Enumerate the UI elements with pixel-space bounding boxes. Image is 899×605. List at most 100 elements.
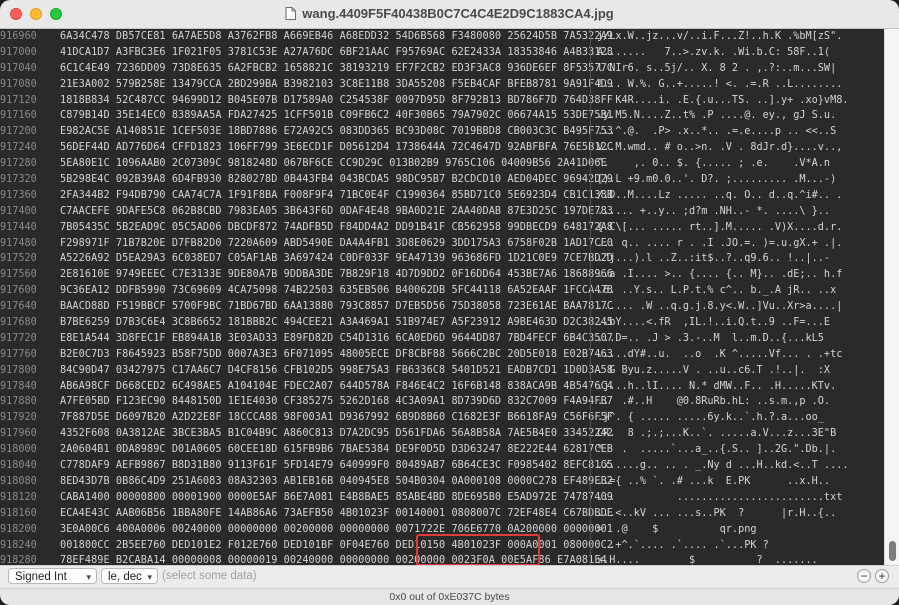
hex-row[interactable]: 84C90D47 03427975 C17AA6C7 D4CF8156 CFB1… — [60, 363, 613, 379]
hex-row[interactable]: C778DAF9 AEFB9867 B8D31B80 9113F61F 5FD1… — [60, 458, 613, 474]
ascii-row[interactable]: .....dY#..u. ..o .K ^.....Vf... . .+tc — [597, 347, 883, 363]
row-offset: 917680 — [0, 317, 37, 329]
hex-row[interactable]: 6C1C4E49 7236DD09 73D8E635 6A2FBCB2 1658… — [60, 61, 613, 77]
ascii-row[interactable]: ...... +..y.. ;d?m .NH..- *. ....\ }.. — [597, 204, 883, 220]
title-bar: wang.4409F5F40438B0C7C4C4E2D9C1883CA4.jp… — [0, 0, 899, 29]
ascii-row[interactable]: ..bY....<.fR ,IL.!..i.Q.t..9 ..F=...E — [597, 315, 883, 331]
hex-row[interactable]: 21E3A002 579B258E 13479CCA 2BD299BA B398… — [60, 77, 613, 93]
window-title-wrapper: wang.4409F5F40438B0C7C4C4E2D9C1883CA4.jp… — [0, 6, 899, 23]
hex-bytes-column[interactable]: 6A34C478 DB57CE81 6A7AE5D8 A3762FB8 A669… — [60, 29, 613, 565]
hex-row[interactable]: C7AACEFE 9DAFE5C8 062B8CBD 7983EA05 3B64… — [60, 204, 613, 220]
hex-row[interactable]: 6A34C478 DB57CE81 6A7AE5D8 A3762FB8 A669… — [60, 29, 613, 45]
ascii-row[interactable]: .x.....g.. .. . _.Ny d ...H..kd.<..T ...… — [597, 458, 883, 474]
ascii-row[interactable]: A....... 7..>.zv.k. .Wi.b.C: 58F..1( — [597, 45, 883, 61]
ascii-row[interactable]: ...D=.. .J > .3.-..M l..m.D..{...kL5 — [597, 331, 883, 347]
chevron-updown-icon: ▾ — [86, 572, 91, 582]
ascii-row[interactable]: V..M.wmd.. # o..>n. .V . 8dJr.d}....v.., — [597, 140, 883, 156]
hex-row[interactable]: 2A0604B1 0DA8989C D01A0605 60CEE18D 615F… — [60, 442, 613, 458]
hex-row[interactable]: ECA4E43C AAB06B56 1BBA80FE 14AB86A6 73AE… — [60, 506, 613, 522]
ascii-row[interactable]: .y.M5.N....Z..t% .P ....@. ey., gJ S.u. — [597, 108, 883, 124]
hex-row[interactable]: 2E81610E 9749EEEC C7E3133E 9DE80A7B 9DDB… — [60, 267, 613, 283]
ascii-row[interactable]: { C\[... ..... rt..].M..... .V)X....d.r. — [597, 220, 883, 236]
hex-row[interactable]: BAACD88D F519BBCF 5700F9BC 71BD67BD 6AA1… — [60, 299, 613, 315]
row-offset: 917120 — [0, 94, 37, 106]
ascii-row[interactable]: l NIr6. s..5j/.. X. 8 2 . ,.?:..m...SW| — [597, 61, 883, 77]
hex-row[interactable]: B2E0C7D3 F8645923 B58F75DD 0007A3E3 6F07… — [60, 347, 613, 363]
hex-row[interactable]: 7F887D5E D6097B20 A2D22E8F 18CCCA88 98F0… — [60, 410, 613, 426]
add-inspector-button[interactable]: + — [875, 569, 889, 583]
hex-row[interactable]: 41DCA1D7 A3FBC3E6 1F021F05 3781C53E A27A… — [60, 45, 613, 61]
hex-row[interactable]: B7BE6259 D7B3C6E4 3C8B6652 181BBB2C 494C… — [60, 315, 613, 331]
ascii-row[interactable]: ...<..kV ... ...s..PK ? |r.H..{.. — [597, 506, 883, 522]
ascii-row[interactable]: ...^.@. .P> .x..*.. .=.e....p .. <<..S — [597, 124, 883, 140]
ascii-row[interactable]: ..={ ..% `. .# ...k E.PK ..x.H.. — [597, 474, 883, 490]
ascii-row[interactable]: ...... .W ..q.g.j.8.y<.W..]Vu..Xr>a....| — [597, 299, 883, 315]
hex-row[interactable]: 56DEF44D AD776D64 CFFD1823 106FF799 3E6E… — [60, 140, 613, 156]
ascii-row[interactable]: j/Lx.W..jz...v/..i.F...Z!..h.K .%bM[zS". — [597, 29, 883, 45]
row-offset: 917920 — [0, 412, 37, 424]
ascii-row[interactable]: !... W.%. G..+.....! <. .=.R ..L........ — [597, 77, 883, 93]
row-offset: 917160 — [0, 110, 37, 122]
hex-row[interactable]: F298971F 71B7B20E D7FB82D0 7220A609 ABD5… — [60, 236, 613, 252]
endianness-select[interactable]: le, dec ▾ — [101, 568, 158, 584]
ascii-row[interactable]: ^. ,. 0.. $. {..... ; .e. .V*A.n — [597, 156, 883, 172]
row-offset: 917800 — [0, 364, 37, 376]
row-offset: 917440 — [0, 221, 37, 233]
ascii-row[interactable]: * . .....`...a_..{.S.. ]..2G.".Db.|. — [597, 442, 883, 458]
ascii-row[interactable]: ... q.. .... r . .I .JO.=. )=.u.gX.+ .|. — [597, 236, 883, 252]
row-offset: 917880 — [0, 396, 37, 408]
row-offset: 918200 — [0, 523, 37, 535]
hex-row[interactable]: 1818B834 52C487CC 94699D12 B045E07B D175… — [60, 93, 613, 109]
vertical-scrollbar[interactable] — [884, 29, 899, 565]
hex-row[interactable]: C879B14D 35E14EC0 8389AA5A FDA27425 1CFF… — [60, 108, 613, 124]
ascii-row[interactable]: CR. 8 .;.;...K..`. .....a.V...z...3E"B — [597, 426, 883, 442]
ascii-row[interactable]: .+^.`.... .`.... .`...PK ? — [597, 538, 883, 554]
hex-row[interactable]: A7FE05BD F123EC90 8448150D 1E1E4030 CF38… — [60, 394, 613, 410]
ascii-row[interactable]: ."j...).l ..Z..:it$..?..q9.6.. !..|..- — [597, 251, 883, 267]
row-offset: 917480 — [0, 237, 37, 249]
hex-row[interactable]: 2FA344B2 F94DB790 CAA74C7A 1F91F8BA F008… — [60, 188, 613, 204]
ascii-row[interactable]: ... ........................txt — [597, 490, 883, 506]
ascii-row[interactable]: [).L +9.m0.0..'. D?. ;......... .M...-) — [597, 172, 883, 188]
hex-row[interactable]: AB6A98CF D668CED2 6C498AE5 A104104E FDEC… — [60, 379, 613, 395]
ascii-row[interactable]: ..a .I.... >.. {.... {.. M}.. .dE;.. h.f — [597, 267, 883, 283]
hex-row[interactable]: 4352F608 0A3812AE 3BCE3BA5 B1C04B9C A860… — [60, 426, 613, 442]
hex-view[interactable]: 916960 917000 917040 917080 917120 917160 9172… — [0, 29, 899, 565]
number-type-select[interactable]: Signed Int ▾ — [8, 568, 97, 584]
ascii-row[interactable]: .. .#..H @0.8RuRb.hL: ..s.m.,p .O. — [597, 394, 883, 410]
row-offset: 917200 — [0, 126, 37, 138]
hex-row[interactable]: 7B05435C 5B2EAD9C 05C5AD06 DBCDF872 74AD… — [60, 220, 613, 236]
row-offset: 917240 — [0, 142, 37, 154]
row-offset: 918040 — [0, 460, 37, 472]
row-offset: 917360 — [0, 189, 37, 201]
ascii-row[interactable]: x.H.... $ ? ....... — [597, 553, 883, 565]
hex-row[interactable]: A5226A92 D5EA29A3 6C038ED7 C05AF1AB 3A69… — [60, 251, 613, 267]
remove-inspector-button[interactable]: − — [857, 569, 871, 583]
hex-row[interactable]: 5EA80E1C 1096AAB0 2C07309C 9818248D 067B… — [60, 156, 607, 172]
ascii-row[interactable]: /.D..M....Lz ..... ..q. O.. d..q.^i#.. . — [597, 188, 883, 204]
selection-status: 0x0 out of 0xE037C bytes — [389, 591, 510, 603]
ascii-row[interactable]: > .@ $ qr.png — [597, 522, 883, 538]
row-offset: 918240 — [0, 539, 37, 551]
hex-row[interactable]: 8ED43D7B 0B86C4D9 251A6083 08A32303 AB1E… — [60, 474, 613, 490]
row-offset: 917520 — [0, 253, 37, 265]
row-offset: 917760 — [0, 348, 37, 360]
hex-row[interactable]: 9C36EA12 DDFB5990 73C69609 4CA75098 74B2… — [60, 283, 613, 299]
row-offset: 917280 — [0, 158, 37, 170]
hex-row[interactable]: E8E1A544 3D8FEC1F EB894A1B 3E03AD33 E89F… — [60, 331, 613, 347]
status-bar: 0x0 out of 0xE037C bytes — [0, 588, 899, 605]
ascii-row[interactable]: .}^. { ..... .....6y.k..`.h.?.a...oo_ — [597, 410, 883, 426]
scrollbar-thumb[interactable] — [889, 541, 896, 561]
ascii-row[interactable]: . G Byu.z.....V . ..u..c6.T .!..|. :X — [597, 363, 883, 379]
ascii-row[interactable]: K4R....i. .E.{.u...TS. ..].y+ .xo}vM8. — [597, 93, 883, 109]
hex-row[interactable]: CABA1400 00000800 00001900 0000E5AF 86E7… — [60, 490, 613, 506]
ascii-row[interactable]: .6. ..Y.s.. L.P.t.% c^.. b._.A jR.. ..x — [597, 283, 883, 299]
row-offset: 917000 — [0, 46, 37, 58]
ascii-column[interactable]: j/Lx.W..jz...v/..i.F...Z!..h.K .%bM[zS".… — [597, 29, 883, 565]
annotation-highlight-box — [416, 534, 540, 565]
row-offset: 918160 — [0, 507, 37, 519]
hex-row[interactable]: 5B298E4C 092B39A8 6D4FB930 8280278D 0B44… — [60, 172, 613, 188]
ascii-row[interactable]: .j...h..lI.... N.* dMW..F.. .H.....KTv. — [597, 379, 883, 395]
chevron-updown-icon: ▾ — [147, 572, 152, 582]
hex-row[interactable]: E982AC5E A140851E 1CEF503E 18BD7886 E72A… — [60, 124, 613, 140]
